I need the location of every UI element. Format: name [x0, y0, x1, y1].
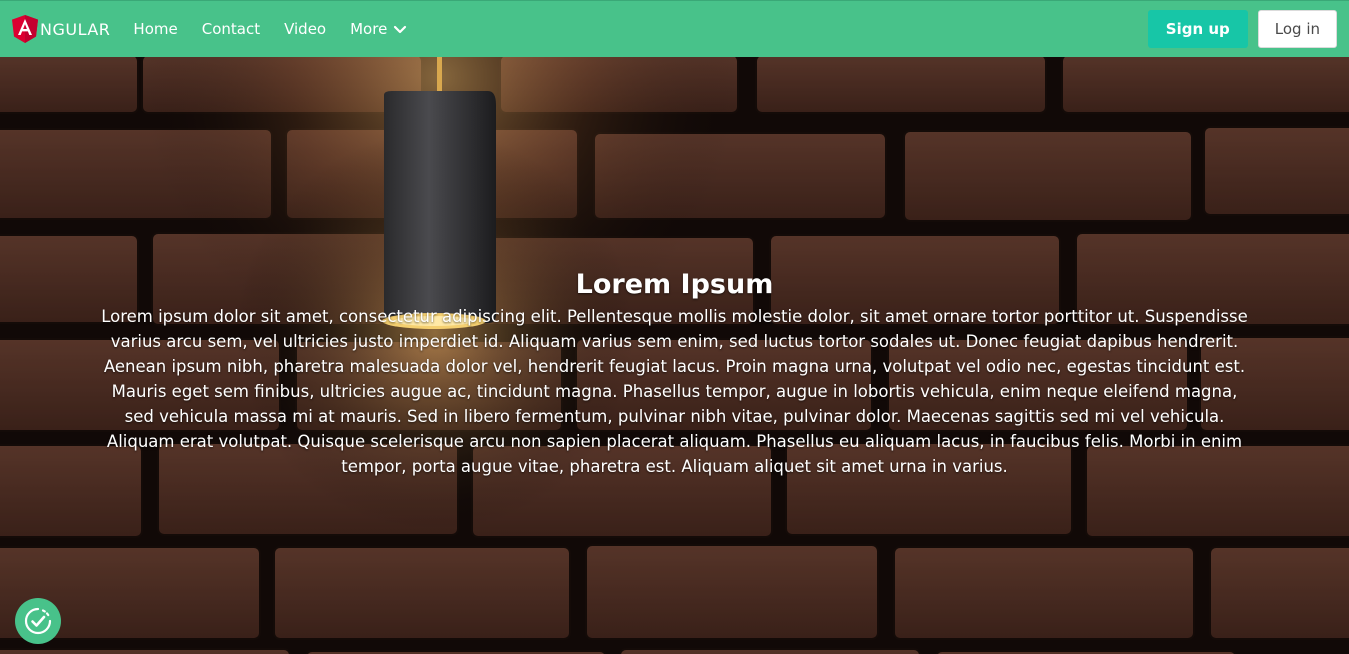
brand-logo[interactable]: NGULAR — [12, 15, 110, 43]
navbar: NGULAR Home Contact Video More Sign up L… — [0, 0, 1349, 57]
nav-more-dropdown[interactable]: More — [350, 20, 407, 38]
hero-section: Lorem Ipsum Lorem ipsum dolor sit amet, … — [0, 57, 1349, 654]
login-button[interactable]: Log in — [1257, 10, 1337, 48]
brand-text: NGULAR — [40, 19, 111, 39]
signup-button[interactable]: Sign up — [1147, 10, 1248, 48]
cookie-consent-button[interactable] — [15, 598, 61, 644]
hero-title: Lorem Ipsum — [575, 269, 774, 300]
hero-paragraph: Lorem ipsum dolor sit amet, consectetur … — [101, 307, 1248, 476]
nav-actions: Sign up Log in — [1147, 10, 1337, 48]
nav-video[interactable]: Video — [284, 20, 326, 38]
cookie-consent-icon — [24, 607, 52, 635]
chevron-down-icon — [394, 25, 407, 34]
nav-more-label: More — [350, 20, 388, 38]
angular-shield-icon — [12, 15, 38, 43]
nav-contact[interactable]: Contact — [202, 20, 260, 38]
hero-content: Lorem Ipsum Lorem ipsum dolor sit amet, … — [100, 269, 1249, 479]
nav-home[interactable]: Home — [133, 20, 177, 38]
